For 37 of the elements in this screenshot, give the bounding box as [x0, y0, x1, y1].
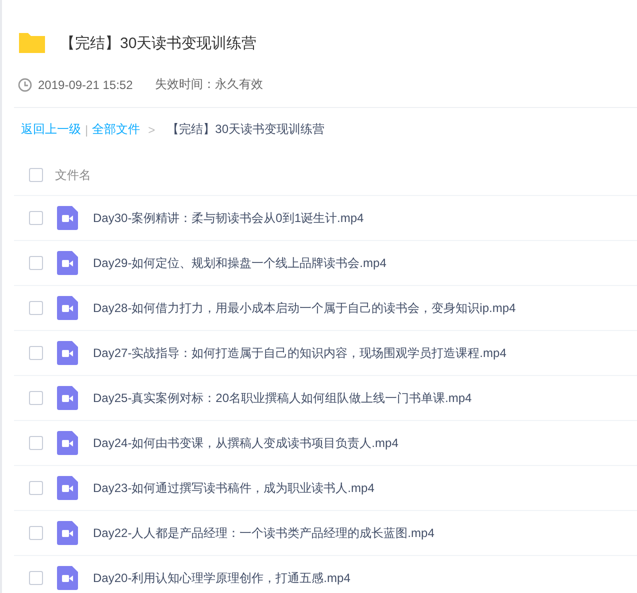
video-file-icon	[57, 566, 78, 590]
folder-title: 【完结】30天读书变现训练营	[60, 34, 257, 52]
clock-icon	[18, 78, 32, 92]
video-file-icon	[57, 476, 78, 500]
folder-icon	[18, 32, 46, 54]
separator: |	[85, 122, 88, 136]
checkbox[interactable]	[29, 301, 43, 315]
video-file-icon	[57, 251, 78, 275]
video-file-icon	[57, 296, 78, 320]
file-name[interactable]: Day25-真实案例对标：20名职业撰稿人如何组队做上线一门书单课.mp4	[93, 390, 472, 406]
checkbox[interactable]	[29, 571, 43, 585]
checkbox[interactable]	[29, 211, 43, 225]
file-name[interactable]: Day27-实战指导：如何打造属于自己的知识内容，现场围观学员打造课程.mp4	[93, 344, 506, 362]
file-name[interactable]: Day22-人人都是产品经理：一个读书类产品经理的成长蓝图.mp4	[93, 524, 434, 542]
column-header: 文件名	[55, 166, 91, 184]
video-file-icon	[57, 341, 78, 365]
file-name[interactable]: Day23-如何通过撰写读书稿件，成为职业读书人.mp4	[93, 480, 374, 496]
file-name[interactable]: Day24-如何由书变课，从撰稿人变成读书项目负责人.mp4	[93, 434, 398, 452]
checkbox[interactable]	[29, 526, 43, 540]
expiry-text: 失效时间：永久有效	[154, 76, 263, 93]
current-folder: 【完结】30天读书变现训练营	[167, 121, 324, 138]
file-name[interactable]: Day20-利用认知心理学原理创作，打通五感.mp4	[93, 570, 350, 586]
video-file-icon	[57, 206, 78, 230]
checkbox[interactable]	[29, 391, 43, 405]
checkbox[interactable]	[29, 346, 43, 360]
checkbox[interactable]	[29, 168, 43, 182]
video-file-icon	[57, 521, 78, 545]
share-date: 2019-09-21 15:52	[38, 78, 133, 92]
video-file-icon	[57, 431, 78, 455]
file-name[interactable]: Day29-如何定位、规划和操盘一个线上品牌读书会.mp4	[93, 254, 386, 272]
file-name[interactable]: Day30-案例精讲：柔与韧读书会从0到1诞生计.mp4	[93, 210, 364, 226]
checkbox[interactable]	[29, 436, 43, 450]
breadcrumb-arrow: >	[148, 122, 156, 136]
checkbox[interactable]	[29, 256, 43, 270]
file-name[interactable]: Day28-如何借力打力，用最小成本启动一个属于自己的读书会，变身知识ip.mp4	[93, 300, 516, 316]
checkbox[interactable]	[29, 481, 43, 495]
video-file-icon	[57, 386, 78, 410]
